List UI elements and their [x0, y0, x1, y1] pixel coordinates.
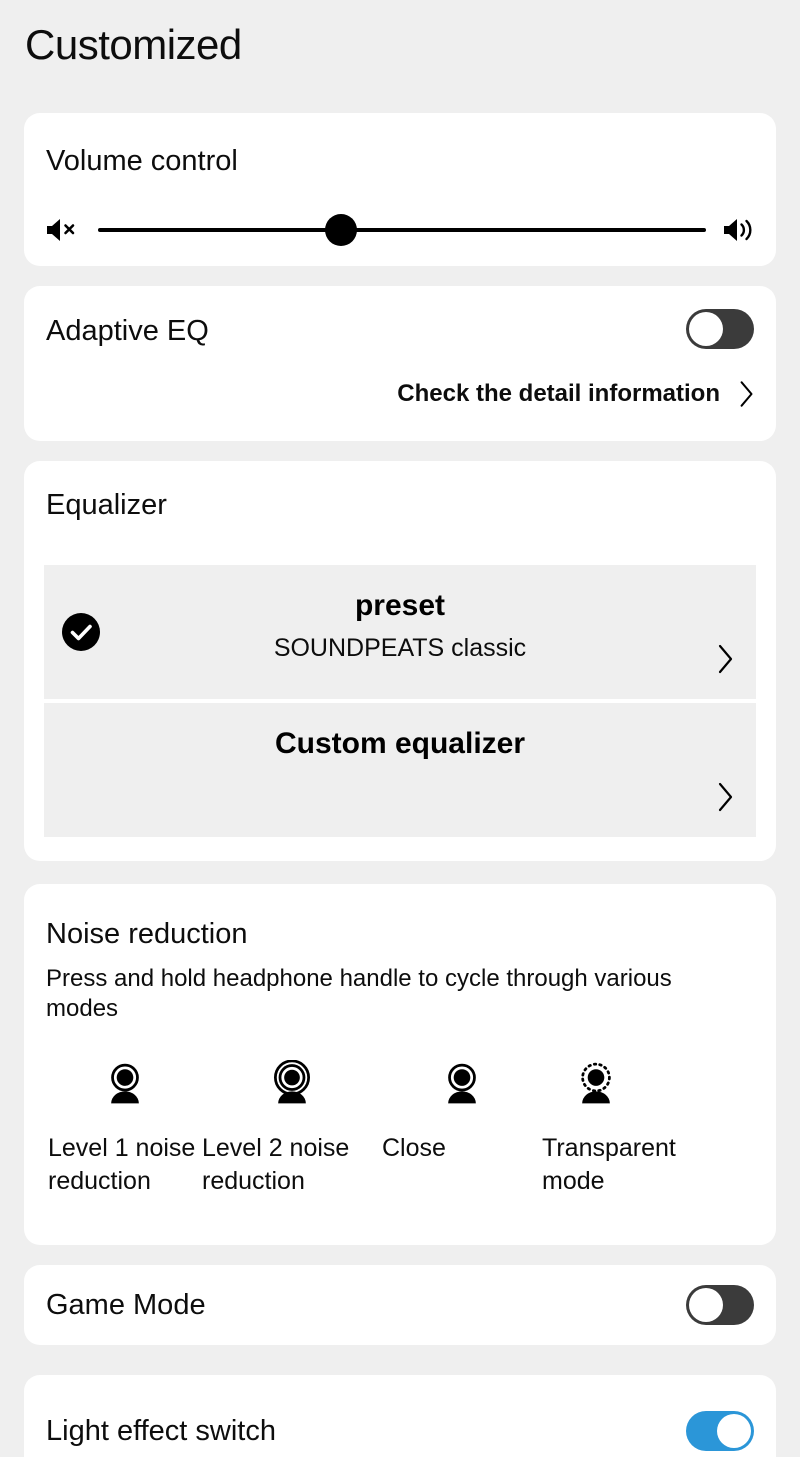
- equalizer-preset-title: preset: [354, 589, 446, 622]
- volume-mute-icon: [44, 215, 78, 245]
- noise-mode-label: Level 2 noise reduction: [202, 1134, 350, 1195]
- equalizer-rows: preset SOUNDPEATS classic Custom equaliz…: [44, 565, 756, 837]
- volume-control-title: Volume control: [46, 145, 238, 177]
- volume-slider-knob[interactable]: [325, 214, 358, 246]
- equalizer-custom-text: Custom equalizer: [44, 703, 756, 837]
- adaptive-eq-toggle[interactable]: [686, 309, 754, 349]
- chevron-right-icon[interactable]: [716, 643, 738, 677]
- volume-slider-row[interactable]: [24, 208, 776, 252]
- volume-control-card: Volume control: [24, 113, 776, 266]
- noise-reduction-title: Noise reduction: [46, 918, 248, 950]
- light-effect-card: Light effect switch: [24, 1375, 776, 1457]
- adaptive-eq-card: Adaptive EQ Check the detail information: [24, 286, 776, 441]
- equalizer-row-custom[interactable]: Custom equalizer: [44, 703, 756, 837]
- person-single-ring-icon: [382, 1056, 542, 1112]
- game-mode-toggle[interactable]: [686, 1285, 754, 1325]
- toggle-knob: [717, 1414, 751, 1448]
- equalizer-card: Equalizer preset SOUNDPEATS classic Cust…: [24, 461, 776, 861]
- equalizer-custom-title: Custom equalizer: [274, 727, 526, 760]
- check-detail-information-link[interactable]: Check the detail information: [397, 379, 756, 409]
- toggle-knob: [689, 312, 723, 346]
- person-double-ring-icon: [202, 1056, 382, 1112]
- page-title: Customized: [25, 21, 242, 68]
- game-mode-label: Game Mode: [46, 1289, 206, 1321]
- toggle-knob: [689, 1288, 723, 1322]
- person-single-ring-icon: [48, 1056, 202, 1112]
- noise-reduction-description: Press and hold headphone handle to cycle…: [46, 965, 672, 1022]
- noise-mode-level-2[interactable]: Level 2 noise reduction: [202, 1056, 382, 1198]
- volume-slider-track[interactable]: [98, 214, 706, 246]
- volume-max-icon: [722, 215, 756, 245]
- equalizer-preset-text: preset SOUNDPEATS classic: [44, 565, 756, 699]
- check-detail-information-label: Check the detail information: [397, 380, 720, 407]
- noise-mode-transparent[interactable]: Transparent mode: [542, 1056, 732, 1198]
- noise-mode-level-1[interactable]: Level 1 noise reduction: [24, 1056, 202, 1198]
- equalizer-title: Equalizer: [46, 489, 167, 521]
- equalizer-row-preset[interactable]: preset SOUNDPEATS classic: [44, 565, 756, 699]
- noise-mode-label: Level 1 noise reduction: [48, 1134, 196, 1195]
- customized-settings-screen: Customized Volume control Adaptive EQ Ch…: [0, 0, 800, 1457]
- chevron-right-icon[interactable]: [716, 781, 738, 815]
- equalizer-preset-subtitle: SOUNDPEATS classic: [273, 634, 527, 662]
- light-effect-toggle[interactable]: [686, 1411, 754, 1451]
- light-effect-label: Light effect switch: [46, 1415, 276, 1447]
- game-mode-card: Game Mode: [24, 1265, 776, 1345]
- chevron-right-icon: [738, 379, 756, 409]
- adaptive-eq-title: Adaptive EQ: [46, 315, 209, 347]
- noise-mode-label: Close: [382, 1134, 446, 1162]
- noise-mode-label: Transparent mode: [542, 1134, 676, 1195]
- noise-reduction-card: Noise reduction Press and hold headphone…: [24, 884, 776, 1245]
- noise-mode-close[interactable]: Close: [382, 1056, 542, 1198]
- person-dotted-ring-icon: [542, 1056, 762, 1112]
- noise-reduction-modes: Level 1 noise reduction Level 2 noise re…: [24, 1056, 776, 1198]
